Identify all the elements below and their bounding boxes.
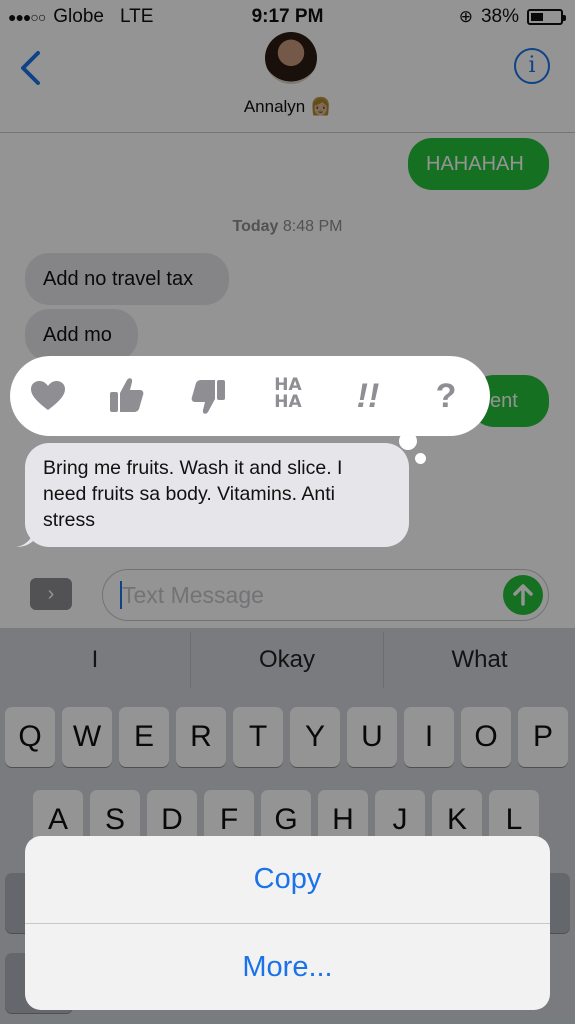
action-sheet: Copy More... (25, 836, 550, 1010)
selected-message-text: Bring me fruits. Wash it and slice. I ne… (43, 457, 343, 531)
question-icon[interactable]: ? (426, 376, 466, 416)
thumbs-up-icon[interactable] (109, 376, 145, 414)
copy-button[interactable]: Copy (25, 836, 550, 923)
more-button[interactable]: More... (25, 924, 550, 1010)
tapback-connector (399, 432, 417, 450)
haha-icon[interactable]: HA HA (266, 377, 310, 411)
selected-message[interactable]: Bring me fruits. Wash it and slice. I ne… (25, 443, 409, 547)
tapback-bar (10, 356, 490, 436)
thumbs-down-icon[interactable] (190, 378, 226, 416)
tapback-connector (415, 453, 426, 464)
exclamation-icon[interactable]: !! (348, 376, 388, 416)
heart-icon[interactable] (30, 380, 66, 412)
bubble-tail (16, 530, 36, 547)
